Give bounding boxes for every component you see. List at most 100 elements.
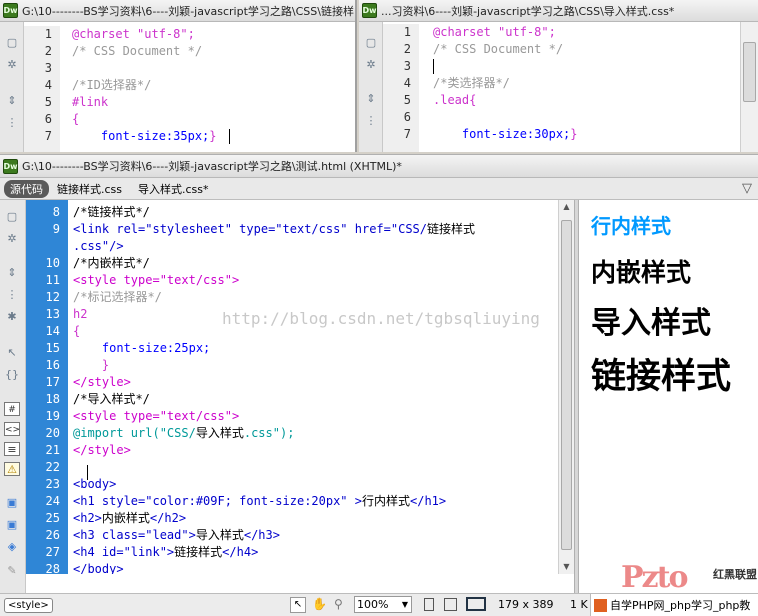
line-number: 2 xyxy=(44,44,52,58)
window-size[interactable]: 179 x 389 xyxy=(498,598,554,611)
code-line[interactable]: <h3 class="lead">导入样式</h3> xyxy=(73,527,558,544)
line-number: 10 xyxy=(45,256,60,270)
zoom-select[interactable]: 100% ▼ xyxy=(354,596,412,613)
code-line[interactable]: </body> xyxy=(73,561,558,574)
highlight-invalid-code-icon[interactable]: <> xyxy=(4,422,20,436)
code-line[interactable]: @charset "utf-8"; xyxy=(433,24,739,41)
wrap-tag-icon[interactable]: ◈ xyxy=(4,540,20,554)
tablet-size-icon[interactable] xyxy=(444,598,457,611)
collapse-selection-icon[interactable]: ⋮ xyxy=(4,288,20,302)
gear-icon[interactable]: ✲ xyxy=(4,58,20,72)
code-token: </h3> xyxy=(243,528,280,542)
file-management-icon[interactable]: ✲ xyxy=(4,232,20,246)
expand-icon[interactable]: ⇕ xyxy=(363,92,379,106)
code-line[interactable]: <h4 id="link">链接样式</h4> xyxy=(73,544,558,561)
filter-icon[interactable]: ▽ xyxy=(742,181,752,196)
open-documents-icon[interactable]: ▢ xyxy=(4,210,20,224)
pane-link-css-titlebar[interactable]: Dw G:\10--------BS学习资料\6----刘颖-javascrip… xyxy=(0,0,355,22)
code-line[interactable]: <h1 style="color:#09F; font-size:20px" >… xyxy=(73,493,558,510)
hand-tool-icon[interactable]: ✋ xyxy=(312,597,327,611)
scrollbar-thumb[interactable] xyxy=(561,220,572,550)
ad-banner[interactable]: 自学PHP网_php学习_php教 xyxy=(590,594,758,616)
preview-h3[interactable]: 导入样式 xyxy=(591,298,711,342)
gear-icon[interactable]: ✲ xyxy=(363,58,379,72)
collapse-full-tag-icon[interactable]: ⇕ xyxy=(4,266,20,280)
code-line[interactable]: @import url("CSS/导入样式.css"); xyxy=(73,425,558,442)
balance-braces-icon[interactable]: {} xyxy=(4,368,20,382)
main-title: G:\10--------BS学习资料\6----刘颖-javascript学习… xyxy=(22,160,402,173)
preview-h4[interactable]: 链接样式 xyxy=(591,348,731,399)
code-line[interactable]: <h2>内嵌样式</h2> xyxy=(73,510,558,527)
code-line[interactable]: /*内嵌样式*/ xyxy=(73,255,558,272)
code-editor[interactable]: /*链接样式*/ <link rel="stylesheet" type="tex… xyxy=(68,200,558,574)
code-line[interactable]: font-size:30px;} xyxy=(433,126,739,143)
code-line[interactable] xyxy=(72,60,355,77)
code-line[interactable]: /*类选择器*/ xyxy=(433,75,739,92)
code-token: 链接样式 xyxy=(174,545,223,559)
main-titlebar[interactable]: Dw G:\10--------BS学习资料\6----刘颖-javascrip… xyxy=(0,154,758,178)
zoom-tool-icon[interactable]: ⚲ xyxy=(334,597,343,611)
code-line[interactable]: { xyxy=(72,111,355,128)
scroll-down-arrow[interactable]: ▼ xyxy=(559,560,574,574)
line-number: 18 xyxy=(45,392,60,406)
line-number: 14 xyxy=(45,324,60,338)
code-line[interactable]: @charset "utf-8"; xyxy=(72,26,355,43)
code-editor[interactable]: @charset "utf-8"; /* CSS Document */ /*类选择… xyxy=(429,24,739,152)
syntax-error-icon[interactable]: ⚠ xyxy=(4,462,20,476)
code-line[interactable]: <link rel="stylesheet" type="text/css" h… xyxy=(73,221,558,238)
expand-all-icon[interactable]: ✱ xyxy=(4,310,20,324)
code-line[interactable] xyxy=(73,459,558,476)
tab-link-css[interactable]: 链接样式.css xyxy=(57,181,122,197)
expand-icon[interactable]: ⇕ xyxy=(4,94,20,108)
select-tool-icon[interactable]: ↖ xyxy=(290,597,306,613)
collapse-icon[interactable]: ⋮ xyxy=(363,114,379,128)
code-vertical-scrollbar[interactable]: ▲ ▼ xyxy=(558,200,574,574)
code-line[interactable]: /*导入样式*/ xyxy=(73,391,558,408)
code-line[interactable]: /* CSS Document */ xyxy=(72,43,355,60)
vertical-scrollbar[interactable] xyxy=(740,22,758,152)
dreamweaver-icon: Dw xyxy=(362,3,377,18)
word-wrap-icon[interactable]: ≡ xyxy=(4,442,20,456)
pane-import-css-titlebar[interactable]: Dw ...习资料\6----刘颖-javascript学习之路\CSS\导入样… xyxy=(359,0,758,22)
code-line[interactable]: <style type="text/css"> xyxy=(73,408,558,425)
code-line[interactable]: .css"/> xyxy=(73,238,558,255)
mobile-size-icon[interactable] xyxy=(424,598,434,611)
recent-snippets-icon[interactable]: ✎ xyxy=(4,564,20,578)
code-line[interactable]: </style> xyxy=(73,374,558,391)
apply-comment-icon[interactable]: ▣ xyxy=(4,496,20,510)
remove-comment-icon[interactable]: ▣ xyxy=(4,518,20,532)
document-icon[interactable]: ▢ xyxy=(363,36,379,50)
dreamweaver-icon: Dw xyxy=(3,158,18,174)
preview-h2[interactable]: 内嵌样式 xyxy=(591,253,691,289)
document-icon[interactable]: ▢ xyxy=(4,36,20,50)
code-line[interactable]: <style type="text/css"> xyxy=(73,272,558,289)
code-line[interactable]: #link xyxy=(72,94,355,111)
scroll-up-arrow[interactable]: ▲ xyxy=(559,200,574,214)
code-line[interactable]: /*链接样式*/ xyxy=(73,204,558,221)
preview-h1[interactable]: 行内样式 xyxy=(591,210,671,239)
code-line[interactable]: </style> xyxy=(73,442,558,459)
code-line[interactable]: /*ID选择器*/ xyxy=(72,77,355,94)
select-parent-tag-icon[interactable]: ↖ xyxy=(4,346,20,360)
line-number: 25 xyxy=(45,511,60,525)
tab-import-css[interactable]: 导入样式.css* xyxy=(138,181,209,197)
desktop-size-icon[interactable] xyxy=(466,597,486,611)
tag-selector[interactable]: <style> xyxy=(4,598,53,613)
code-line[interactable]: } xyxy=(73,357,558,374)
code-line[interactable]: font-size:25px; xyxy=(73,340,558,357)
code-line[interactable] xyxy=(433,58,739,75)
code-line[interactable]: /*标记选择器*/ xyxy=(73,289,558,306)
code-line[interactable]: font-size:35px;} xyxy=(72,128,355,145)
code-line[interactable] xyxy=(433,109,739,126)
collapse-icon[interactable]: ⋮ xyxy=(4,116,20,130)
tab-source-code[interactable]: 源代码 xyxy=(4,179,49,198)
chevron-down-icon: ▼ xyxy=(401,600,408,609)
pane-toolbar: ▢ ✲ ⇕ ⋮ xyxy=(359,22,383,152)
code-line[interactable]: .lead{ xyxy=(433,92,739,109)
scrollbar-thumb[interactable] xyxy=(743,42,756,102)
code-token: { xyxy=(73,324,81,338)
code-editor[interactable]: @charset "utf-8"; /* CSS Document */ /*ID选… xyxy=(68,26,355,152)
code-line[interactable]: <body> xyxy=(73,476,558,493)
line-numbers-icon[interactable]: # xyxy=(4,402,20,416)
code-line[interactable]: /* CSS Document */ xyxy=(433,41,739,58)
